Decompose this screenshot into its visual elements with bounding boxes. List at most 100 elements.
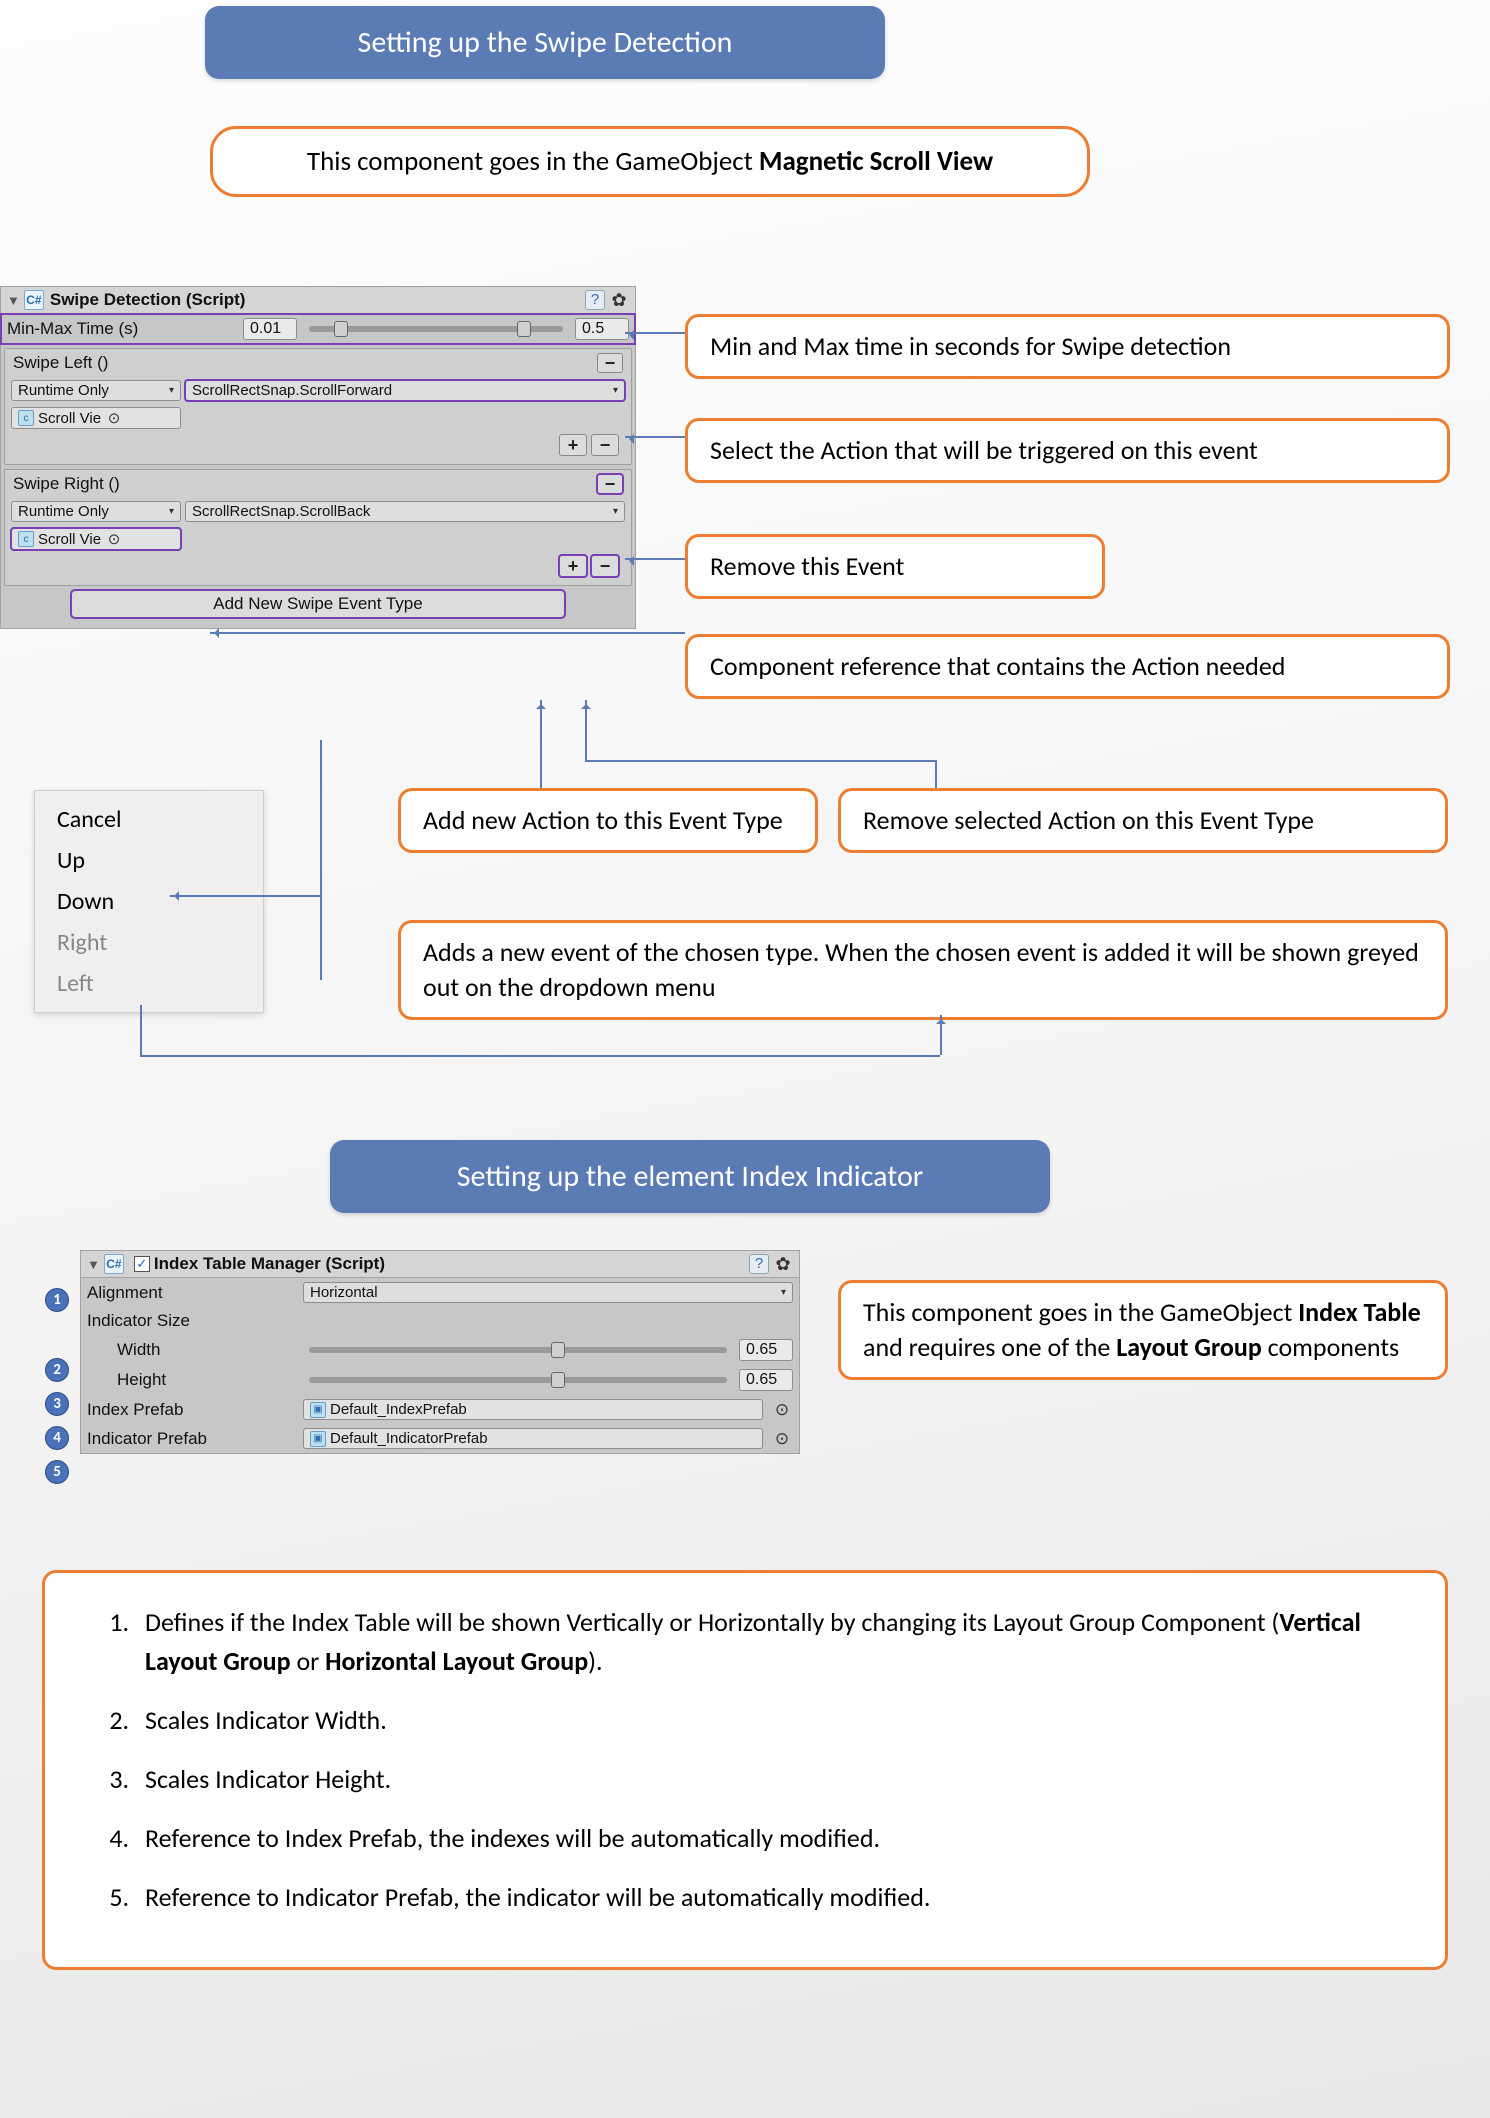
component-header[interactable]: ▼ C# ✓ Index Table Manager (Script) ? ✿ [81, 1251, 799, 1278]
callout-min-max: Min and Max time in seconds for Swipe de… [685, 314, 1450, 379]
action-dropdown[interactable]: ScrollRectSnap.ScrollBack ▾ [185, 501, 625, 522]
connector-line [935, 760, 937, 788]
chevron-down-icon: ▾ [613, 506, 618, 517]
badge-3: 3 [45, 1392, 69, 1416]
min-max-slider[interactable] [309, 326, 563, 332]
component-title: Swipe Detection (Script) [50, 290, 581, 310]
remove-event-button[interactable]: − [597, 353, 623, 373]
object-picker-icon[interactable]: ⊙ [103, 530, 125, 548]
width-label: Width [87, 1340, 297, 1360]
height-label: Height [87, 1370, 297, 1390]
ctx-item-up[interactable]: Up [35, 840, 263, 881]
action-dropdown[interactable]: ScrollRectSnap.ScrollForward▾ [185, 380, 625, 401]
note-text: This component goes in the GameObject [863, 1296, 1298, 1328]
index-prefab-row: Index Prefab ▣ Default_IndexPrefab ⊙ [81, 1395, 799, 1424]
foldout-icon[interactable]: ▼ [87, 1257, 100, 1272]
connector-line [625, 436, 685, 438]
min-time-field[interactable]: 0.01 [243, 318, 297, 340]
target-object-value: Scroll Vie [38, 410, 101, 427]
index-prefab-label: Index Prefab [87, 1400, 297, 1420]
runtime-mode-value: Runtime Only [18, 503, 109, 520]
script-icon: C# [104, 1254, 124, 1274]
width-row: Width 0.65 [81, 1335, 799, 1365]
alignment-label: Alignment [87, 1283, 297, 1303]
component-header[interactable]: ▼ C# Swipe Detection (Script) ? ✿ [1, 287, 635, 314]
index-prefab-field[interactable]: ▣ Default_IndexPrefab [303, 1399, 763, 1420]
indicator-prefab-field[interactable]: ▣ Default_IndicatorPrefab [303, 1428, 763, 1449]
help-icon[interactable]: ? [749, 1254, 769, 1274]
max-time-field[interactable]: 0.5 [575, 318, 629, 340]
list-item: Reference to Index Prefab, the indexes w… [135, 1819, 1405, 1858]
help-icon[interactable]: ? [585, 290, 605, 310]
numbered-explanations: Defines if the Index Table will be shown… [42, 1570, 1448, 1970]
action-dropdown-value: ScrollRectSnap.ScrollBack [192, 503, 370, 520]
target-object-field[interactable]: c Scroll Vie ⊙ [11, 407, 181, 429]
callout-remove-event: Remove this Event [685, 534, 1105, 599]
callout-action: Select the Action that will be triggered… [685, 418, 1450, 483]
target-object-field[interactable]: c Scroll Vie ⊙ [11, 528, 181, 550]
connector-line [625, 558, 685, 560]
badge-4: 4 [45, 1426, 69, 1450]
note-text: components [1262, 1331, 1399, 1363]
script-icon: c [18, 531, 34, 547]
swipe-detection-component: ▼ C# Swipe Detection (Script) ? ✿ Min-Ma… [0, 286, 636, 629]
script-icon: C# [24, 290, 44, 310]
connector-line [140, 1055, 940, 1057]
width-slider[interactable] [309, 1347, 727, 1353]
note-bold: Index Table [1298, 1296, 1421, 1328]
list-item: Reference to Indicator Prefab, the indic… [135, 1878, 1405, 1917]
add-action-button[interactable]: + [559, 555, 587, 577]
note-text: and requires one of the [863, 1331, 1116, 1363]
prefab-icon: ▣ [310, 1402, 326, 1418]
object-picker-icon[interactable]: ⊙ [103, 409, 125, 427]
remove-action-button[interactable]: − [591, 555, 619, 577]
chevron-down-icon: ▾ [169, 506, 174, 517]
badge-1: 1 [45, 1288, 69, 1312]
connector-line [140, 1005, 142, 1055]
alignment-row: Alignment Horizontal▾ [81, 1278, 799, 1307]
gear-icon[interactable]: ✿ [609, 290, 629, 310]
ctx-item-down[interactable]: Down [35, 881, 263, 922]
script-icon: c [18, 410, 34, 426]
runtime-mode-value: Runtime Only [18, 382, 109, 399]
section-title-swipe: Setting up the Swipe Detection [205, 6, 885, 79]
foldout-icon[interactable]: ▼ [7, 293, 20, 308]
connector-line [170, 895, 320, 897]
note-text: This component goes in the GameObject [307, 145, 759, 178]
object-picker-icon[interactable]: ⊙ [771, 1429, 793, 1449]
indicator-prefab-value: Default_IndicatorPrefab [330, 1430, 488, 1447]
indicator-prefab-label: Indicator Prefab [87, 1429, 297, 1449]
event-name: Swipe Left () [13, 353, 108, 373]
add-action-button[interactable]: + [559, 434, 587, 456]
chevron-down-icon: ▾ [169, 385, 174, 396]
gear-icon[interactable]: ✿ [773, 1254, 793, 1274]
note-index-table: This component goes in the GameObject In… [838, 1280, 1448, 1380]
list-item: Defines if the Index Table will be shown… [135, 1603, 1405, 1681]
section-title-index-indicator: Setting up the element Index Indicator [330, 1140, 1050, 1213]
width-field[interactable]: 0.65 [739, 1339, 793, 1361]
ctx-item-cancel[interactable]: Cancel [35, 799, 263, 840]
callout-add-event-type: Adds a new event of the chosen type. Whe… [398, 920, 1448, 1020]
add-new-swipe-event-button[interactable]: Add New Swipe Event Type [71, 590, 566, 618]
index-prefab-value: Default_IndexPrefab [330, 1401, 467, 1418]
list-bold: Horizontal Layout Group [325, 1645, 588, 1677]
runtime-mode-dropdown[interactable]: Runtime Only ▾ [11, 501, 181, 522]
min-max-label: Min-Max Time (s) [7, 319, 237, 339]
object-picker-icon[interactable]: ⊙ [771, 1400, 793, 1420]
height-field[interactable]: 0.65 [739, 1369, 793, 1391]
swipe-right-event: Swipe Right () − Runtime Only ▾ ScrollRec… [4, 469, 632, 586]
list-text: ). [588, 1645, 602, 1677]
list-item: Scales Indicator Width. [135, 1701, 1405, 1740]
enable-checkbox[interactable]: ✓ [134, 1256, 150, 1272]
connector-line [585, 700, 587, 760]
indicator-size-header: Indicator Size [81, 1307, 799, 1335]
chevron-down-icon: ▾ [613, 385, 618, 396]
callout-remove-action: Remove selected Action on this Event Typ… [838, 788, 1448, 853]
event-type-context-menu: Cancel Up Down Right Left [34, 790, 264, 1013]
remove-event-button[interactable]: − [597, 474, 623, 494]
remove-action-button[interactable]: − [591, 434, 619, 456]
runtime-mode-dropdown[interactable]: Runtime Only ▾ [11, 380, 181, 401]
event-name: Swipe Right () [13, 474, 120, 494]
alignment-dropdown[interactable]: Horizontal▾ [303, 1282, 793, 1303]
height-slider[interactable] [309, 1377, 727, 1383]
